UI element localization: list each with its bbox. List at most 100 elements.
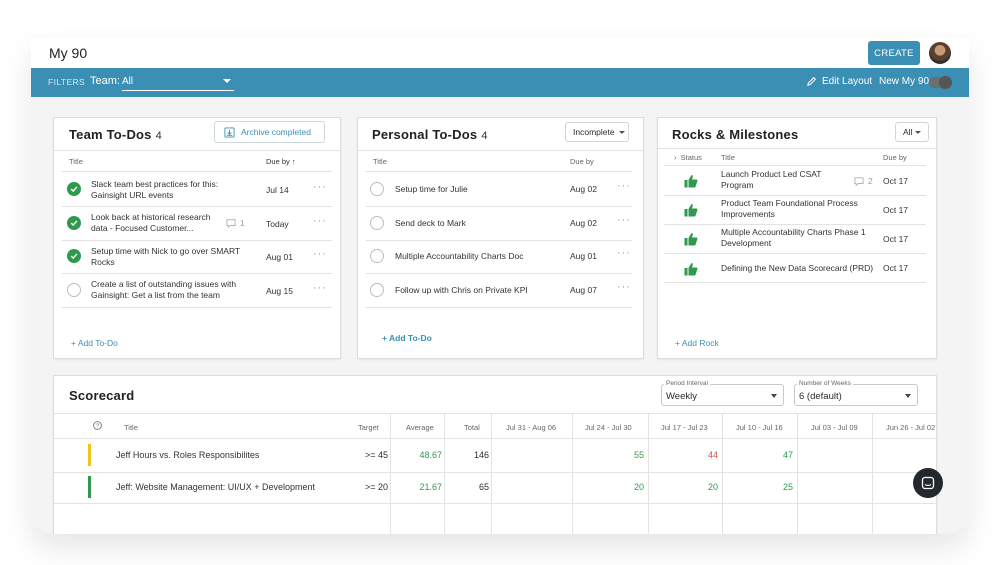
metric-week-value[interactable]: 25 [753, 482, 793, 492]
more-icon[interactable]: ··· [313, 181, 327, 193]
archive-completed-button[interactable]: Archive completed [214, 121, 325, 143]
more-icon[interactable]: ··· [617, 281, 631, 293]
rock-title[interactable]: Launch Product Led CSAT Program [721, 169, 822, 191]
team-todos-card: Team To-Dos 4 Archive completed Title Due… [53, 117, 341, 359]
rock-title[interactable]: Product Team Foundational Process Improve… [721, 198, 858, 220]
col-week: Jul 17 - Jul 23 [661, 423, 708, 432]
todo-title[interactable]: Look back at historical research data - F… [91, 212, 211, 234]
todo-title[interactable]: Create a list of outstanding issues with… [91, 279, 236, 301]
rock-title[interactable]: Multiple Accountability Charts Phase 1 De… [721, 227, 866, 249]
edit-layout-label: Edit Layout [822, 76, 873, 87]
edit-layout-button[interactable]: Edit Layout [806, 76, 872, 87]
new-my90-toggle[interactable] [929, 76, 952, 89]
rock-title[interactable]: Defining the New Data Scorecard (PRD) [721, 263, 873, 274]
col-week: Jul 10 - Jul 16 [736, 423, 783, 432]
metric-total: 65 [478, 482, 489, 492]
more-icon[interactable]: ··· [617, 180, 631, 192]
thumbs-up-icon[interactable] [684, 203, 698, 217]
add-todo-link[interactable]: + Add To-Do [382, 333, 432, 343]
archive-icon [224, 126, 235, 138]
metric-average: 48.67 [419, 450, 442, 460]
filters-label: FILTERS [48, 77, 86, 87]
todo-title[interactable]: Slack team best practices for this: Gains… [91, 179, 218, 201]
metric-week-value[interactable]: 20 [604, 482, 644, 492]
add-rock-link[interactable]: + Add Rock [675, 338, 719, 348]
divider [366, 307, 632, 308]
col-week: Jul 31 - Aug 06 [506, 423, 557, 432]
rocks-filter[interactable]: All [895, 122, 929, 142]
todo-due: Today [266, 219, 289, 229]
comment-count[interactable]: 2 [854, 176, 873, 186]
todo-title[interactable]: Setup time for Julie [395, 184, 468, 195]
chevron-down-icon [618, 130, 625, 134]
thumbs-up-icon[interactable] [684, 174, 698, 188]
col-divider [491, 414, 492, 534]
chat-button[interactable] [913, 468, 943, 498]
incomplete-filter-value: Incomplete [573, 127, 615, 137]
top-bar: My 90 CREATE [31, 38, 969, 68]
col-total: Total [464, 423, 480, 432]
period-interval-select[interactable]: Weekly [661, 384, 784, 406]
more-icon[interactable]: ··· [617, 214, 631, 226]
help-icon[interactable]: ? [93, 421, 102, 430]
create-button[interactable]: CREATE [868, 41, 920, 65]
divider [366, 171, 632, 172]
add-todo-link[interactable]: + Add To-Do [71, 338, 118, 348]
unchecked-icon[interactable] [370, 182, 384, 196]
todo-title[interactable]: Follow up with Chris on Private KPI [395, 285, 528, 296]
col-divider [872, 414, 873, 534]
todo-title[interactable]: Multiple Accountability Charts Doc [395, 251, 524, 262]
col-average: Average [406, 423, 434, 432]
checked-icon[interactable] [67, 216, 81, 230]
avatar[interactable] [929, 42, 951, 64]
col-status: › Status [674, 153, 702, 162]
scorecard-title: Scorecard [69, 388, 135, 403]
metric-week-value[interactable]: 55 [604, 450, 644, 460]
number-of-weeks-select[interactable]: 6 (default) [794, 384, 918, 406]
todo-due: Aug 01 [570, 251, 597, 261]
comment-icon [226, 218, 236, 228]
metric-week-value[interactable]: 44 [678, 450, 718, 460]
metric-week-value[interactable]: 47 [753, 450, 793, 460]
todo-title[interactable]: Send deck to Mark [395, 218, 466, 229]
team-select[interactable]: All [122, 74, 234, 91]
col-divider [722, 414, 723, 534]
pencil-icon [807, 76, 817, 86]
comment-count[interactable]: 1 [226, 218, 245, 228]
metric-title[interactable]: Jeff Hours vs. Roles Responsibilites [116, 450, 259, 461]
divider [54, 472, 938, 473]
metric-target: >= 45 [364, 450, 388, 460]
more-icon[interactable]: ··· [617, 247, 631, 259]
divider [664, 253, 926, 254]
chevron-down-icon [771, 394, 777, 398]
rock-due: Oct 17 [883, 263, 909, 273]
unchecked-icon[interactable] [370, 249, 384, 263]
thumbs-up-icon[interactable] [684, 232, 698, 246]
col-due-sort[interactable]: Due by ↑ [266, 157, 296, 166]
divider [62, 171, 332, 172]
divider [62, 206, 332, 207]
todo-title[interactable]: Setup time with Nick to go over SMART Roc… [91, 246, 240, 268]
divider [62, 307, 332, 308]
metric-week-value[interactable]: 20 [678, 482, 718, 492]
todo-due: Aug 02 [570, 218, 597, 228]
divider [62, 273, 332, 274]
weeks-value: 6 (default) [799, 391, 842, 402]
divider [366, 240, 632, 241]
thumbs-up-icon[interactable] [684, 262, 698, 276]
checked-icon[interactable] [67, 182, 81, 196]
toggle-knob [939, 76, 952, 89]
more-icon[interactable]: ··· [313, 282, 327, 294]
col-divider [572, 414, 573, 534]
unchecked-icon[interactable] [67, 283, 81, 297]
divider [62, 240, 332, 241]
unchecked-icon[interactable] [370, 283, 384, 297]
incomplete-filter[interactable]: Incomplete [565, 122, 629, 142]
personal-todos-card: Personal To-Dos 4 Incomplete Title Due by… [357, 117, 644, 359]
metric-title[interactable]: Jeff: Website Management: UI/UX + Develo… [116, 482, 315, 493]
checked-icon[interactable] [67, 249, 81, 263]
unchecked-icon[interactable] [370, 216, 384, 230]
more-icon[interactable]: ··· [313, 248, 327, 260]
more-icon[interactable]: ··· [313, 215, 327, 227]
col-title: Title [373, 157, 387, 166]
